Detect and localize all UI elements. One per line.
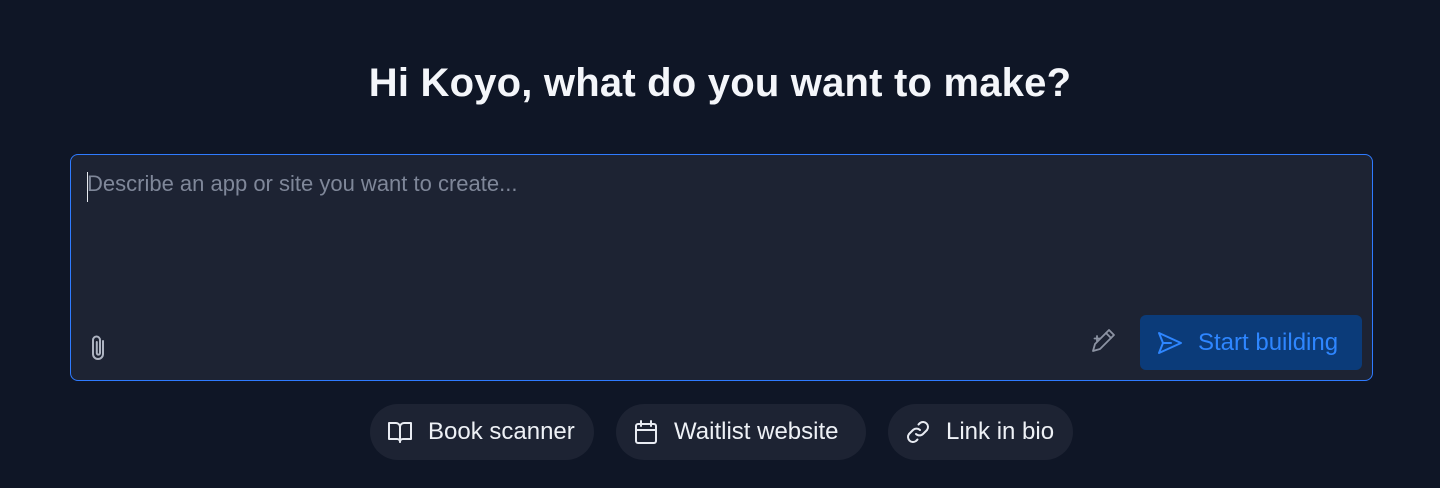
suggestion-waitlist-website[interactable]: Waitlist website xyxy=(616,404,866,460)
suggestion-label: Book scanner xyxy=(428,418,575,445)
paperclip-icon xyxy=(87,333,111,368)
attach-button[interactable] xyxy=(84,334,114,366)
send-icon xyxy=(1156,329,1184,357)
text-cursor xyxy=(87,172,88,202)
start-building-button[interactable]: Start building xyxy=(1140,315,1362,370)
prompt-input[interactable] xyxy=(87,169,1347,309)
link-icon xyxy=(904,418,932,446)
page-title: Hi Koyo, what do you want to make? xyxy=(368,61,1072,105)
suggestion-link-in-bio[interactable]: Link in bio xyxy=(888,404,1073,460)
calendar-icon xyxy=(632,418,660,446)
suggestion-label: Waitlist website xyxy=(674,418,839,445)
suggestion-label: Link in bio xyxy=(946,418,1055,445)
start-building-label: Start building xyxy=(1198,328,1339,356)
enhance-prompt-button[interactable] xyxy=(1086,326,1120,360)
page: Hi Koyo, what do you want to make? S xyxy=(0,0,1440,488)
pen-sparkle-icon xyxy=(1088,326,1118,361)
book-icon xyxy=(386,418,414,446)
suggestion-book-scanner[interactable]: Book scanner xyxy=(370,404,594,460)
